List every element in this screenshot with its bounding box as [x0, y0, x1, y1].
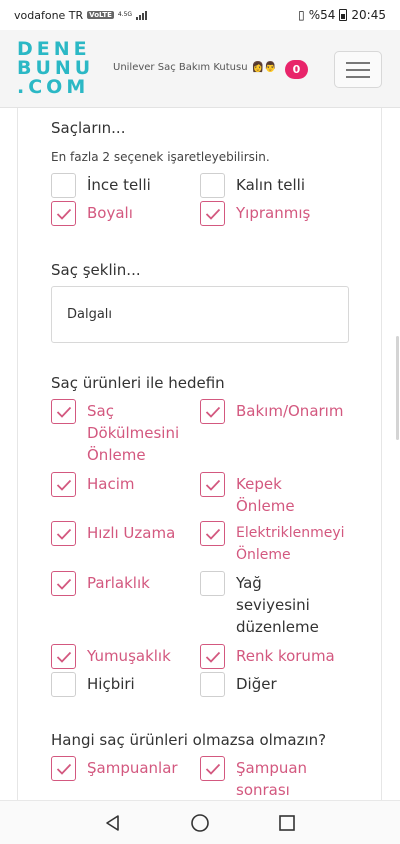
option-kepek-onleme[interactable]: Kepek Önleme — [200, 472, 306, 517]
option-label: Parlaklık — [87, 574, 150, 592]
android-nav-bar — [0, 800, 400, 844]
option-label: Yıpranmış — [236, 204, 311, 222]
option-label: Kalın telli — [236, 176, 305, 194]
option-boyali[interactable]: Boyalı — [51, 201, 133, 226]
status-bar: vodafone TR VoLTE 4.5G ▯ %54 20:45 — [0, 0, 400, 30]
check-icon — [56, 763, 71, 775]
volte-icon: VoLTE — [87, 11, 114, 19]
check-icon — [205, 763, 220, 775]
option-sampuan-sonrasi[interactable]: Şampuan sonrası — [200, 756, 326, 801]
question-hair-type-hint: En fazla 2 seçenek işaretleyebilirsin. — [51, 150, 270, 164]
people-emoji: 👩👨 — [251, 62, 277, 73]
option-diger[interactable]: Diğer — [200, 672, 277, 697]
battery-icon — [339, 9, 348, 21]
option-label: İnce telli — [87, 176, 151, 194]
option-bakim-onarim[interactable]: Bakım/Onarım — [200, 399, 343, 424]
logo-line-3: .COM — [17, 76, 90, 98]
checkbox[interactable] — [200, 571, 225, 596]
campaign-title: Unilever Saç Bakım Kutusu — [113, 62, 248, 73]
question-hair-type-title: Saçların... — [51, 119, 126, 137]
hair-shape-value: Dalgalı — [67, 307, 113, 322]
option-label: Şampuan sonrası — [236, 759, 308, 799]
menu-button[interactable] — [334, 51, 382, 88]
battery-percent: %54 — [308, 8, 336, 22]
checkbox[interactable] — [51, 201, 76, 226]
content-border-left — [17, 108, 18, 800]
checkbox[interactable] — [51, 472, 76, 497]
checkbox[interactable] — [200, 399, 225, 424]
question-hair-shape-title: Saç şeklin... — [51, 261, 141, 279]
cart-count-badge[interactable]: 0 — [285, 60, 308, 79]
hamburger-icon — [346, 61, 370, 64]
option-label: Renk koruma — [236, 647, 335, 665]
back-triangle-icon[interactable] — [101, 811, 125, 835]
check-icon — [205, 406, 220, 418]
check-icon — [205, 651, 220, 663]
check-icon — [56, 528, 71, 540]
checkbox[interactable] — [200, 672, 225, 697]
option-hicbiri[interactable]: Hiçbiri — [51, 672, 135, 697]
checkbox[interactable] — [200, 644, 225, 669]
option-label: Elektriklenmeyi Önleme — [236, 525, 345, 563]
option-label: Diğer — [236, 675, 277, 693]
checkbox[interactable] — [51, 521, 76, 546]
checkbox[interactable] — [200, 472, 225, 497]
checkbox[interactable] — [51, 571, 76, 596]
option-hizli-uzama[interactable]: Hızlı Uzama — [51, 521, 175, 546]
checkbox[interactable] — [51, 756, 76, 781]
check-icon — [56, 578, 71, 590]
scrollbar-thumb[interactable] — [396, 336, 399, 440]
option-yag-seviyesini-duzenleme[interactable]: Yağ seviyesini düzenleme — [200, 571, 331, 638]
option-kalin-telli[interactable]: Kalın telli — [200, 173, 305, 198]
carrier-name: vodafone TR — [14, 8, 84, 22]
vibrate-icon: ▯ — [298, 8, 305, 22]
option-label: Yumuşaklık — [87, 647, 171, 665]
check-icon — [205, 528, 220, 540]
network-type: 4.5G — [117, 11, 133, 18]
option-label: Hızlı Uzama — [87, 524, 176, 542]
option-label: Saç Dökülmesini Önleme — [87, 402, 180, 464]
option-ince-telli[interactable]: İnce telli — [51, 173, 151, 198]
option-label: Yağ seviyesini düzenleme — [236, 574, 319, 636]
home-circle-icon[interactable] — [188, 811, 212, 835]
hair-shape-select[interactable]: Dalgalı — [51, 286, 349, 343]
option-label: Şampuanlar — [87, 759, 178, 777]
checkbox[interactable] — [51, 644, 76, 669]
option-yipranmis[interactable]: Yıpranmış — [200, 201, 310, 226]
checkbox[interactable] — [51, 672, 76, 697]
content-border-right — [381, 108, 382, 800]
recents-square-icon[interactable] — [275, 811, 299, 835]
check-icon — [205, 479, 220, 491]
option-sac-dokulmesini-onleme[interactable]: Saç Dökülmesini Önleme — [51, 399, 191, 466]
checkbox[interactable] — [51, 399, 76, 424]
option-hacim[interactable]: Hacim — [51, 472, 135, 497]
option-renk-koruma[interactable]: Renk koruma — [200, 644, 335, 669]
question-goal-title: Saç ürünleri ile hedefin — [51, 374, 225, 392]
option-sampuanlar[interactable]: Şampuanlar — [51, 756, 178, 781]
checkbox[interactable] — [51, 173, 76, 198]
option-label: Kepek Önleme — [236, 475, 295, 515]
checkbox[interactable] — [200, 201, 225, 226]
check-icon — [56, 406, 71, 418]
check-icon — [56, 651, 71, 663]
checkbox[interactable] — [200, 521, 225, 546]
site-logo[interactable]: DENE BUNU .COM — [17, 40, 94, 97]
option-yumusaklik[interactable]: Yumuşaklık — [51, 644, 171, 669]
option-elektriklenmeyi-onleme[interactable]: Elektriklenmeyi Önleme — [200, 521, 376, 566]
option-parlaklik[interactable]: Parlaklık — [51, 571, 150, 596]
option-label: Boyalı — [87, 204, 133, 222]
check-icon — [56, 479, 71, 491]
campaign-title-wrap[interactable]: Unilever Saç Bakım Kutusu 👩👨 — [113, 62, 276, 73]
clock: 20:45 — [351, 8, 386, 22]
check-icon — [205, 208, 220, 220]
signal-icon — [136, 10, 148, 20]
checkbox[interactable] — [200, 173, 225, 198]
question-must-have-title: Hangi saç ürünleri olmazsa olmazın? — [51, 731, 327, 749]
check-icon — [56, 208, 71, 220]
checkbox[interactable] — [200, 756, 225, 781]
site-header: DENE BUNU .COM Unilever Saç Bakım Kutusu… — [0, 30, 400, 108]
option-label: Bakım/Onarım — [236, 402, 344, 420]
option-label: Hacim — [87, 475, 135, 493]
option-label: Hiçbiri — [87, 675, 135, 693]
